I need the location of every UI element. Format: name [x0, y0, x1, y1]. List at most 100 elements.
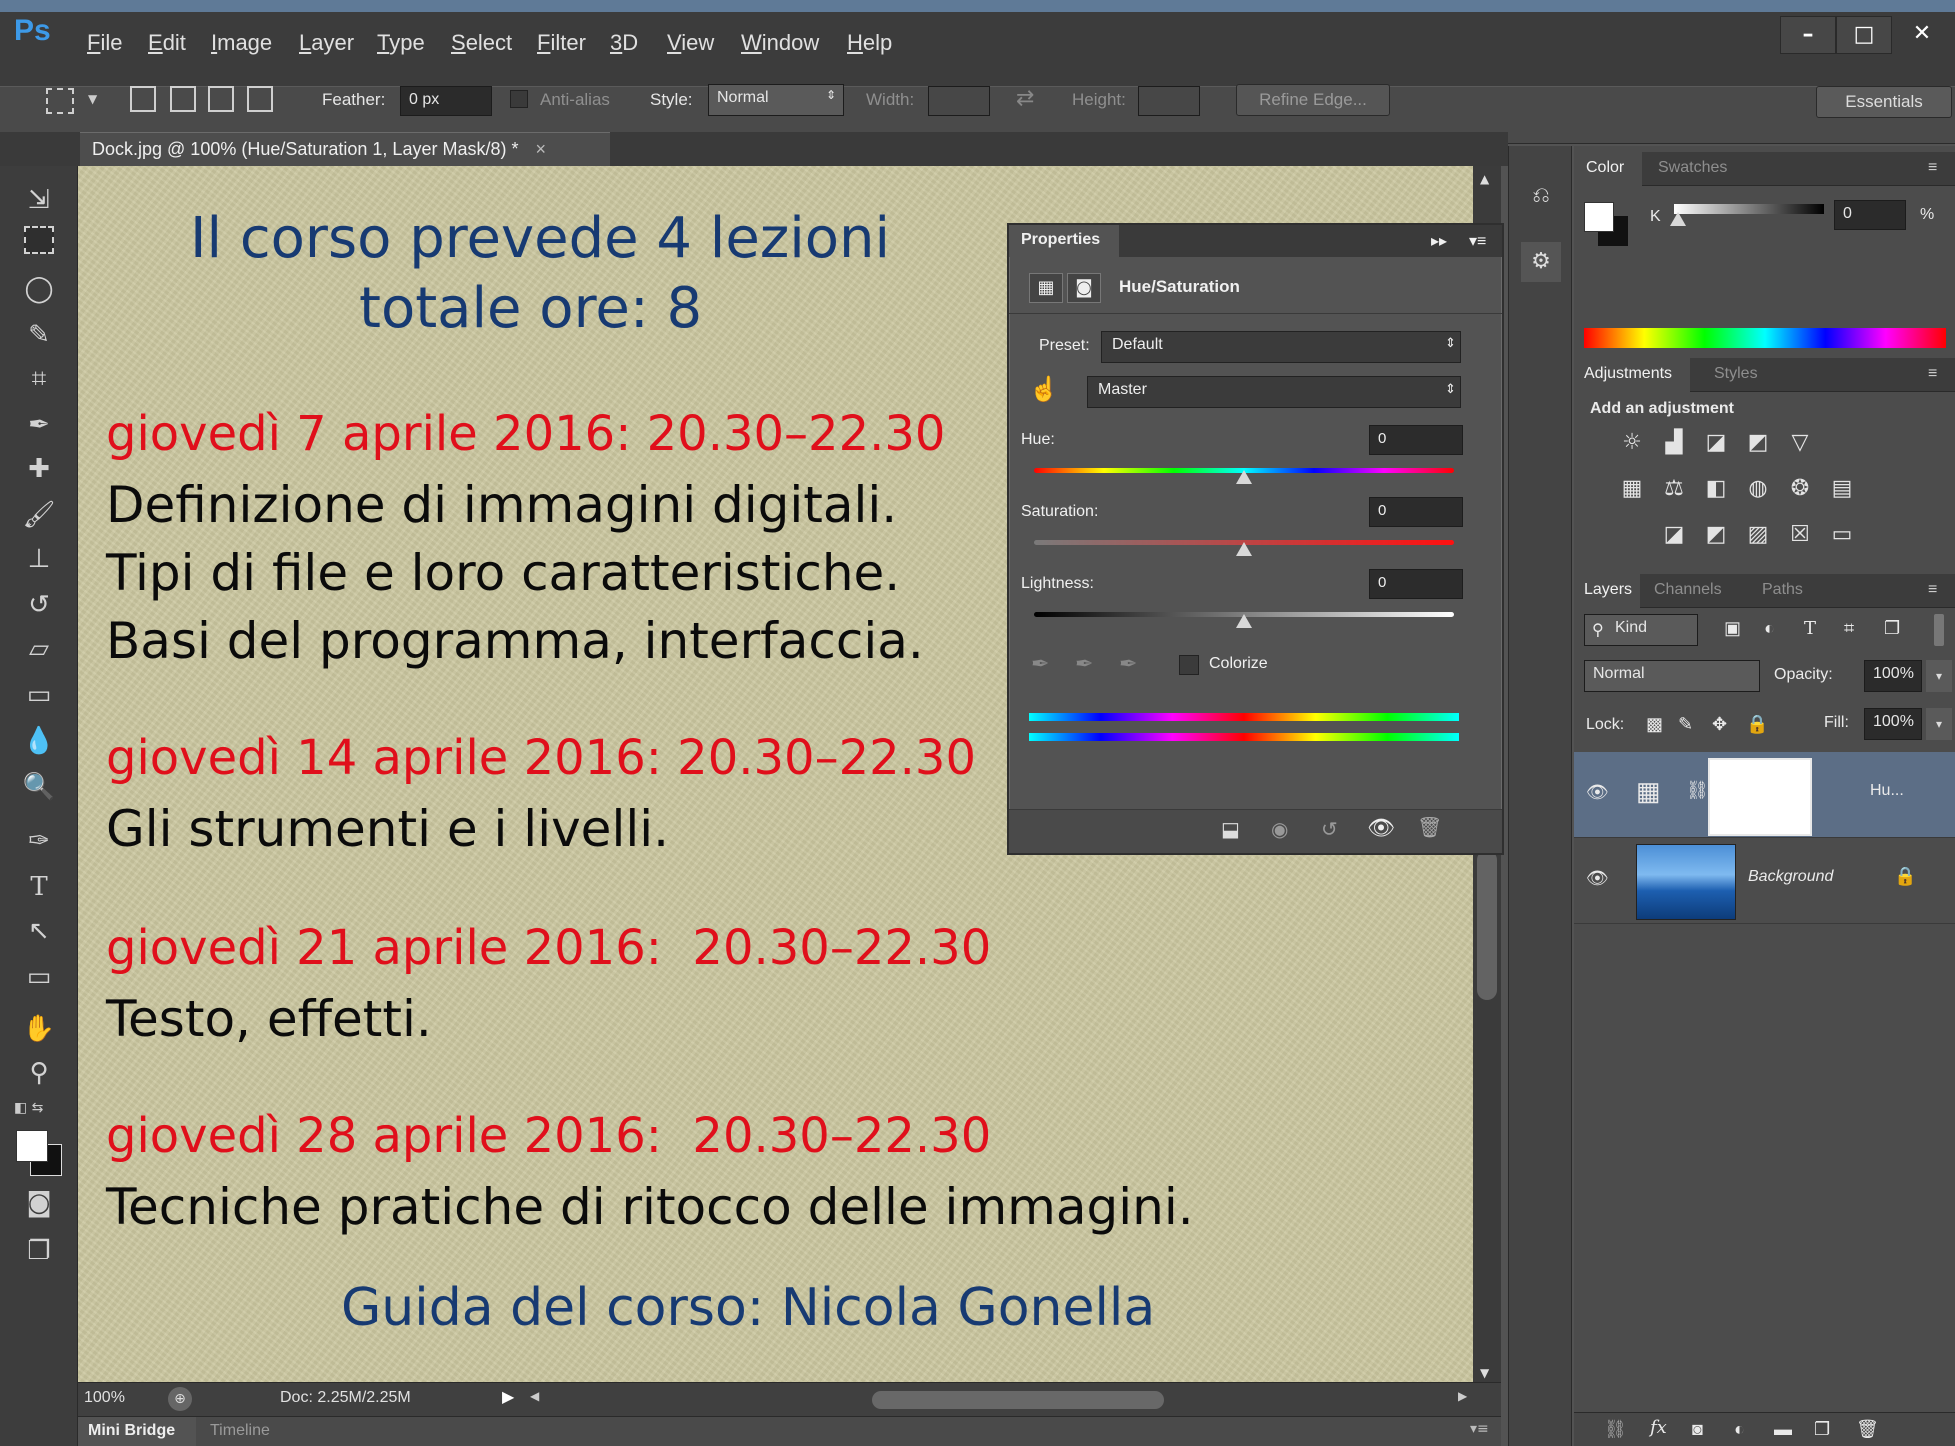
new-selection-icon[interactable] — [130, 86, 156, 112]
tab-mini-bridge[interactable]: Mini Bridge — [78, 1417, 196, 1446]
vibrance-icon[interactable]: ▽ — [1784, 428, 1816, 458]
layer-mask-thumbnail[interactable] — [1708, 758, 1812, 836]
selective-color-icon[interactable]: ☒ — [1784, 520, 1816, 550]
style-select[interactable]: Normal — [708, 84, 844, 116]
dodge-tool-icon[interactable]: 🔍 — [20, 768, 58, 806]
width-input[interactable] — [928, 86, 990, 116]
properties-menu-icon[interactable]: ▾≡ — [1469, 231, 1486, 251]
lock-transparent-icon[interactable]: ▩ — [1646, 714, 1663, 735]
delete-layer-icon[interactable]: 🗑 — [1856, 1419, 1879, 1440]
threshold-icon[interactable]: ▨ — [1742, 520, 1774, 550]
opacity-input[interactable]: 100% — [1864, 660, 1922, 692]
document-tab[interactable]: Dock.jpg @ 100% (Hue/Saturation 1, Layer… — [80, 132, 610, 166]
link-layers-icon[interactable]: ⛓ — [1604, 1419, 1627, 1440]
k-channel-thumb[interactable] — [1670, 212, 1686, 226]
tool-preset-chevron-icon[interactable]: ▼ — [88, 92, 97, 106]
workspace-switcher[interactable]: Essentials — [1816, 86, 1952, 118]
minimize-button[interactable]: – — [1780, 16, 1836, 54]
brightness-contrast-icon[interactable]: ☼ — [1616, 428, 1648, 458]
add-mask-icon[interactable]: ◙ — [1692, 1419, 1703, 1440]
adjustments-panel-menu-icon[interactable]: ≡ — [1928, 365, 1937, 383]
new-adjustment-layer-icon[interactable]: ◐ — [1734, 1419, 1745, 1440]
channel-select[interactable]: Master — [1087, 376, 1461, 408]
hue-slider-thumb[interactable] — [1236, 470, 1252, 484]
hand-tool-icon[interactable]: ✋ — [20, 1010, 58, 1048]
menu-image[interactable]: Image — [211, 30, 272, 56]
scroll-up-icon[interactable]: ▲ — [1480, 172, 1489, 186]
menu-select[interactable]: Select — [451, 30, 512, 56]
saturation-slider-thumb[interactable] — [1236, 542, 1252, 556]
lock-pixels-icon[interactable]: ✎ — [1678, 714, 1693, 735]
eyedropper-minus-icon[interactable]: ✒ — [1119, 651, 1137, 677]
black-white-icon[interactable]: ◧ — [1700, 474, 1732, 504]
pen-tool-icon[interactable]: ✑ — [20, 822, 58, 860]
lightness-value-input[interactable]: 0 — [1369, 569, 1463, 599]
curves-icon[interactable]: ◪ — [1700, 428, 1732, 458]
status-menu-arrow-icon[interactable]: ▶ — [502, 1387, 514, 1406]
tab-adjustments[interactable]: Adjustments — [1574, 358, 1690, 392]
clip-to-layer-icon[interactable]: ⬓ — [1221, 817, 1240, 842]
filter-adjustment-icon[interactable]: ◐ — [1764, 618, 1775, 639]
k-value-input[interactable]: 0 — [1834, 200, 1906, 230]
lock-position-icon[interactable]: ✥ — [1712, 714, 1727, 735]
lock-all-icon[interactable]: 🔒 — [1746, 714, 1768, 735]
invert-icon[interactable]: ◪ — [1658, 520, 1690, 550]
layer-visibility-eye-icon[interactable]: 👁 — [1586, 782, 1609, 803]
eyedropper-tool-icon[interactable]: ✒ — [20, 406, 58, 444]
filter-shape-icon[interactable]: ⌗ — [1844, 618, 1854, 639]
lightness-slider-thumb[interactable] — [1236, 614, 1252, 628]
marquee-tool-icon[interactable] — [24, 226, 54, 254]
color-lookup-icon[interactable]: ▤ — [1826, 474, 1858, 504]
swap-icon[interactable]: ⇄ — [1016, 86, 1034, 111]
color-spectrum-ramp[interactable] — [1584, 328, 1946, 348]
add-selection-icon[interactable] — [170, 86, 196, 112]
tab-layers[interactable]: Layers — [1574, 574, 1640, 608]
crop-tool-icon[interactable]: ⌗ — [20, 360, 58, 398]
layers-panel-menu-icon[interactable]: ≡ — [1928, 581, 1937, 599]
filter-smart-object-icon[interactable]: ❐ — [1884, 618, 1900, 639]
move-tool-icon[interactable]: ⇲ — [20, 181, 58, 219]
color-balance-icon[interactable]: ⚖ — [1658, 474, 1690, 504]
zoom-level[interactable]: 100% — [84, 1389, 125, 1407]
menu-window[interactable]: Window — [741, 30, 819, 56]
filter-type-icon[interactable]: T — [1804, 618, 1816, 639]
filter-pixel-icon[interactable]: ▣ — [1724, 618, 1741, 639]
layer-name[interactable]: Hu... — [1870, 782, 1904, 800]
eyedropper-plus-icon[interactable]: ✒ — [1075, 651, 1093, 677]
collapse-panel-icon[interactable]: ▸▸ — [1431, 231, 1447, 251]
marquee-tool-icon[interactable] — [46, 88, 74, 114]
blend-mode-select[interactable]: Normal — [1584, 660, 1760, 692]
new-layer-icon[interactable]: ❐ — [1814, 1419, 1830, 1440]
feather-input[interactable]: 0 px — [400, 86, 492, 116]
scroll-left-icon[interactable]: ◀ — [530, 1389, 539, 1403]
layer-name[interactable]: Background — [1748, 868, 1833, 886]
background-thumbnail-image[interactable] — [1636, 844, 1736, 920]
lasso-tool-icon[interactable]: ◯ — [20, 270, 58, 308]
menu-3d[interactable]: 3D — [610, 30, 638, 56]
tab-color[interactable]: Color — [1574, 152, 1642, 186]
default-colors-icon[interactable]: ◧ ⇆ — [14, 1100, 43, 1116]
maximize-button[interactable]: □ — [1836, 16, 1892, 54]
properties-tab[interactable]: Properties — [1009, 225, 1119, 257]
rectangle-tool-icon[interactable]: ▭ — [20, 958, 58, 996]
menu-type[interactable]: Type — [377, 30, 425, 56]
scroll-down-icon[interactable]: ▼ — [1480, 1366, 1489, 1380]
layer-style-fx-icon[interactable]: fx — [1650, 1417, 1667, 1438]
document-tab-close-icon[interactable]: × — [536, 139, 547, 159]
gradient-map-icon[interactable]: ▭ — [1826, 520, 1858, 550]
menu-help[interactable]: Help — [847, 30, 892, 56]
foreground-color-swatch[interactable] — [16, 1130, 48, 1162]
visibility-eye-icon[interactable]: 👁 — [1367, 815, 1395, 841]
filter-toggle[interactable] — [1934, 614, 1944, 646]
panel-menu-icon[interactable]: ▾≡ — [1470, 1421, 1489, 1437]
type-tool-icon[interactable]: T — [20, 868, 58, 906]
intersect-selection-icon[interactable] — [247, 86, 273, 112]
new-group-icon[interactable]: ▬ — [1774, 1419, 1792, 1440]
tab-channels[interactable]: Channels — [1654, 581, 1722, 599]
history-panel-icon[interactable]: ⎌ — [1521, 176, 1561, 216]
tab-timeline[interactable]: Timeline — [210, 1422, 270, 1440]
scroll-right-icon[interactable]: ▶ — [1458, 1389, 1467, 1403]
opacity-dropdown-icon[interactable]: ▾ — [1926, 660, 1952, 692]
color-panel-menu-icon[interactable]: ≡ — [1928, 159, 1937, 177]
fill-input[interactable]: 100% — [1864, 708, 1922, 740]
